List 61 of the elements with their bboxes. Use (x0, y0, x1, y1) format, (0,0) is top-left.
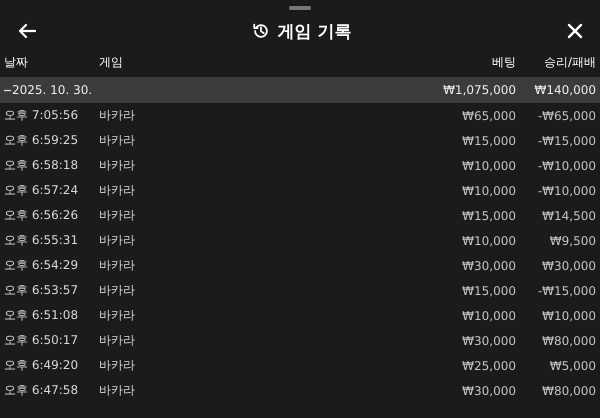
group-result-total: ₩140,000 (534, 83, 596, 97)
time-cell-text: 오후 6:59:25 (4, 132, 80, 149)
game-cell-text: 바카라 (99, 257, 136, 274)
result-cell-text: ₩80,000 (541, 334, 596, 348)
result-cell-text: -₩10,000 (536, 158, 596, 172)
bet-cell-text: ₩15,000 (461, 208, 516, 222)
game-cell-text: 바카라 (99, 232, 136, 249)
game-cell-text: 바카라 (99, 357, 136, 374)
result-cell-text: ₩5,000 (548, 358, 596, 372)
result-cell-text: ₩9,500 (548, 234, 596, 248)
time-cell-text: 오후 6:58:18 (4, 157, 80, 174)
game-cell-text: 바카라 (99, 157, 136, 174)
time-cell-text: 오후 6:49:20 (4, 357, 80, 374)
bet-cell-text: ₩30,000 (461, 334, 516, 348)
time-cell-text: 오후 6:57:24 (4, 182, 80, 199)
bet-cell-text: ₩30,000 (461, 258, 516, 272)
result-cell-text: ₩10,000 (541, 308, 596, 322)
bet-cell-text: ₩10,000 (461, 158, 516, 172)
column-header: 게임 (99, 54, 124, 71)
game-cell-text: 바카라 (99, 382, 136, 399)
time-cell-text: 오후 6:54:29 (4, 257, 80, 274)
group-date: 2025. 10. 30. (12, 83, 92, 97)
window-title: 게임 기록 (278, 20, 352, 42)
bet-cell-text: ₩15,000 (461, 134, 516, 148)
bet-cell-text: ₩30,000 (461, 384, 516, 398)
game-cell-text: 바카라 (99, 332, 136, 349)
game-cell-text: 바카라 (99, 132, 136, 149)
time-cell-text: 오후 6:50:17 (4, 332, 80, 349)
game-cell-text: 바카라 (99, 207, 136, 224)
bet-cell-text: ₩65,000 (461, 108, 516, 122)
time-cell-text: 오후 7:05:56 (4, 107, 80, 124)
bet-cell-text: ₩25,000 (461, 358, 516, 372)
game-cell-text: 바카라 (99, 182, 136, 199)
time-cell-text: 오후 6:47:58 (4, 382, 80, 399)
game-cell-text: 바카라 (99, 107, 136, 124)
column-header: 승리/패배 (542, 54, 596, 71)
bet-cell-text: ₩10,000 (461, 234, 516, 248)
history-icon (252, 22, 270, 40)
column-header: 날짜 (4, 54, 29, 71)
result-cell-text: ₩14,500 (541, 208, 596, 222)
drag-handle[interactable] (289, 6, 311, 10)
close-icon[interactable] (566, 23, 583, 39)
time-cell-text: 오후 6:56:26 (4, 207, 80, 224)
column-header: 베팅 (491, 54, 516, 71)
bet-cell-text: ₩10,000 (461, 184, 516, 198)
game-cell-text: 바카라 (99, 307, 136, 324)
result-cell-text: -₩15,000 (536, 284, 596, 298)
result-cell-text: -₩15,000 (536, 134, 596, 148)
result-cell-text: -₩65,000 (536, 108, 596, 122)
result-cell-text: ₩30,000 (541, 258, 596, 272)
time-cell-text: 오후 6:53:57 (4, 282, 80, 299)
group-bet-total: ₩1,075,000 (442, 83, 516, 97)
result-cell-text: ₩80,000 (541, 384, 596, 398)
result-cell-text: -₩10,000 (536, 184, 596, 198)
bet-cell-text: ₩10,000 (461, 308, 516, 322)
bet-cell-text: ₩15,000 (461, 284, 516, 298)
game-cell-text: 바카라 (99, 282, 136, 299)
back-arrow-icon[interactable] (18, 23, 36, 39)
date-group-row[interactable]: 2025. 10. 30. ₩1,075,000 ₩140,000 (0, 77, 600, 103)
time-cell-text: 오후 6:51:08 (4, 307, 80, 324)
time-cell-text: 오후 6:55:31 (4, 232, 80, 249)
